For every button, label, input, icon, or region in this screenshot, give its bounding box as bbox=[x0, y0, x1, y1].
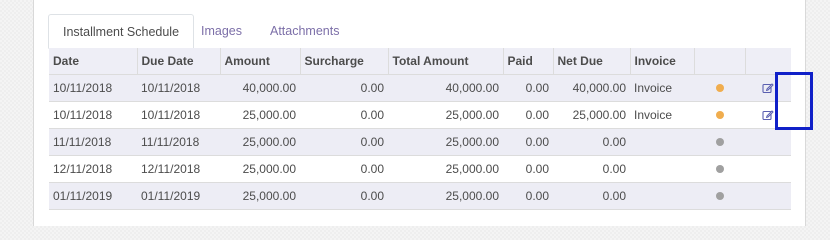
tab-attachments[interactable]: Attachments bbox=[256, 14, 353, 48]
column-header-status bbox=[693, 48, 745, 75]
status-dot-icon bbox=[715, 191, 724, 200]
column-header-due-date[interactable]: Due Date bbox=[136, 48, 220, 75]
cell-total-amount: 25,000.00 bbox=[388, 182, 503, 210]
cell-date: 11/11/2018 bbox=[49, 128, 137, 156]
cell-paid: 0.00 bbox=[503, 101, 553, 129]
cell-status bbox=[694, 182, 745, 210]
cell-date: 01/11/2019 bbox=[49, 182, 137, 210]
cell-net-due: 0.00 bbox=[553, 155, 630, 183]
cell-total-amount: 25,000.00 bbox=[388, 128, 503, 156]
status-dot-icon bbox=[715, 83, 724, 92]
table-row[interactable]: 10/11/2018 10/11/2018 40,000.00 0.00 40,… bbox=[49, 74, 791, 102]
cell-due-date: 10/11/2018 bbox=[137, 74, 220, 102]
cell-edit bbox=[745, 74, 791, 102]
cell-date: 12/11/2018 bbox=[49, 155, 137, 183]
cell-date: 10/11/2018 bbox=[49, 101, 137, 129]
cell-paid: 0.00 bbox=[503, 74, 553, 102]
cell-due-date: 12/11/2018 bbox=[137, 155, 220, 183]
cell-invoice[interactable] bbox=[630, 182, 694, 210]
cell-surcharge: 0.00 bbox=[300, 101, 388, 129]
cell-paid: 0.00 bbox=[503, 128, 553, 156]
column-header-amount[interactable]: Amount bbox=[219, 48, 300, 75]
cell-total-amount: 25,000.00 bbox=[388, 155, 503, 183]
status-dot-icon bbox=[715, 110, 724, 119]
cell-edit bbox=[745, 101, 791, 129]
edit-icon[interactable] bbox=[762, 109, 774, 121]
cell-status bbox=[694, 74, 745, 102]
column-header-net-due[interactable]: Net Due bbox=[552, 48, 630, 75]
tab-images[interactable]: Images bbox=[187, 14, 256, 48]
cell-amount: 25,000.00 bbox=[220, 101, 300, 129]
cell-invoice[interactable] bbox=[630, 155, 694, 183]
cell-date: 10/11/2018 bbox=[49, 74, 137, 102]
cell-status bbox=[694, 101, 745, 129]
cell-invoice[interactable]: Invoice bbox=[630, 74, 694, 102]
cell-net-due: 0.00 bbox=[553, 182, 630, 210]
cell-status bbox=[694, 155, 745, 183]
cell-net-due: 0.00 bbox=[553, 128, 630, 156]
cell-amount: 25,000.00 bbox=[220, 128, 300, 156]
cell-surcharge: 0.00 bbox=[300, 182, 388, 210]
installment-schedule-table: Date Due Date Amount Surcharge Total Amo… bbox=[49, 48, 791, 210]
cell-net-due: 40,000.00 bbox=[553, 74, 630, 102]
cell-paid: 0.00 bbox=[503, 182, 553, 210]
table-row[interactable]: 01/11/2019 01/11/2019 25,000.00 0.00 25,… bbox=[49, 182, 791, 210]
cell-status bbox=[694, 128, 745, 156]
status-dot-icon bbox=[715, 164, 724, 173]
column-header-date[interactable]: Date bbox=[49, 48, 137, 75]
cell-due-date: 10/11/2018 bbox=[137, 101, 220, 129]
cell-edit bbox=[745, 155, 791, 183]
column-header-edit bbox=[744, 48, 791, 75]
cell-surcharge: 0.00 bbox=[300, 155, 388, 183]
edit-icon[interactable] bbox=[762, 82, 774, 94]
cell-total-amount: 40,000.00 bbox=[388, 74, 503, 102]
cell-amount: 25,000.00 bbox=[220, 155, 300, 183]
status-dot-icon bbox=[715, 137, 724, 146]
cell-amount: 40,000.00 bbox=[220, 74, 300, 102]
cell-edit bbox=[745, 182, 791, 210]
cell-invoice[interactable]: Invoice bbox=[630, 101, 694, 129]
column-header-surcharge[interactable]: Surcharge bbox=[299, 48, 388, 75]
cell-amount: 25,000.00 bbox=[220, 182, 300, 210]
cell-paid: 0.00 bbox=[503, 155, 553, 183]
column-header-paid[interactable]: Paid bbox=[502, 48, 553, 75]
table-row[interactable]: 10/11/2018 10/11/2018 25,000.00 0.00 25,… bbox=[49, 101, 791, 129]
cell-total-amount: 25,000.00 bbox=[388, 101, 503, 129]
table-row[interactable]: 11/11/2018 11/11/2018 25,000.00 0.00 25,… bbox=[49, 128, 791, 156]
cell-net-due: 25,000.00 bbox=[553, 101, 630, 129]
column-header-total-amount[interactable]: Total Amount bbox=[387, 48, 503, 75]
cell-surcharge: 0.00 bbox=[300, 128, 388, 156]
cell-invoice[interactable] bbox=[630, 128, 694, 156]
cell-due-date: 11/11/2018 bbox=[137, 128, 220, 156]
cell-edit bbox=[745, 128, 791, 156]
table-header-row: Date Due Date Amount Surcharge Total Amo… bbox=[49, 48, 791, 75]
notebook-tabs: Installment Schedule Images Attachments bbox=[48, 14, 791, 49]
tab-installment-schedule[interactable]: Installment Schedule bbox=[48, 14, 195, 49]
cell-surcharge: 0.00 bbox=[300, 74, 388, 102]
cell-due-date: 01/11/2019 bbox=[137, 182, 220, 210]
table-row[interactable]: 12/11/2018 12/11/2018 25,000.00 0.00 25,… bbox=[49, 155, 791, 183]
column-header-invoice[interactable]: Invoice bbox=[629, 48, 694, 75]
form-sheet: Installment Schedule Images Attachments … bbox=[33, 0, 813, 226]
